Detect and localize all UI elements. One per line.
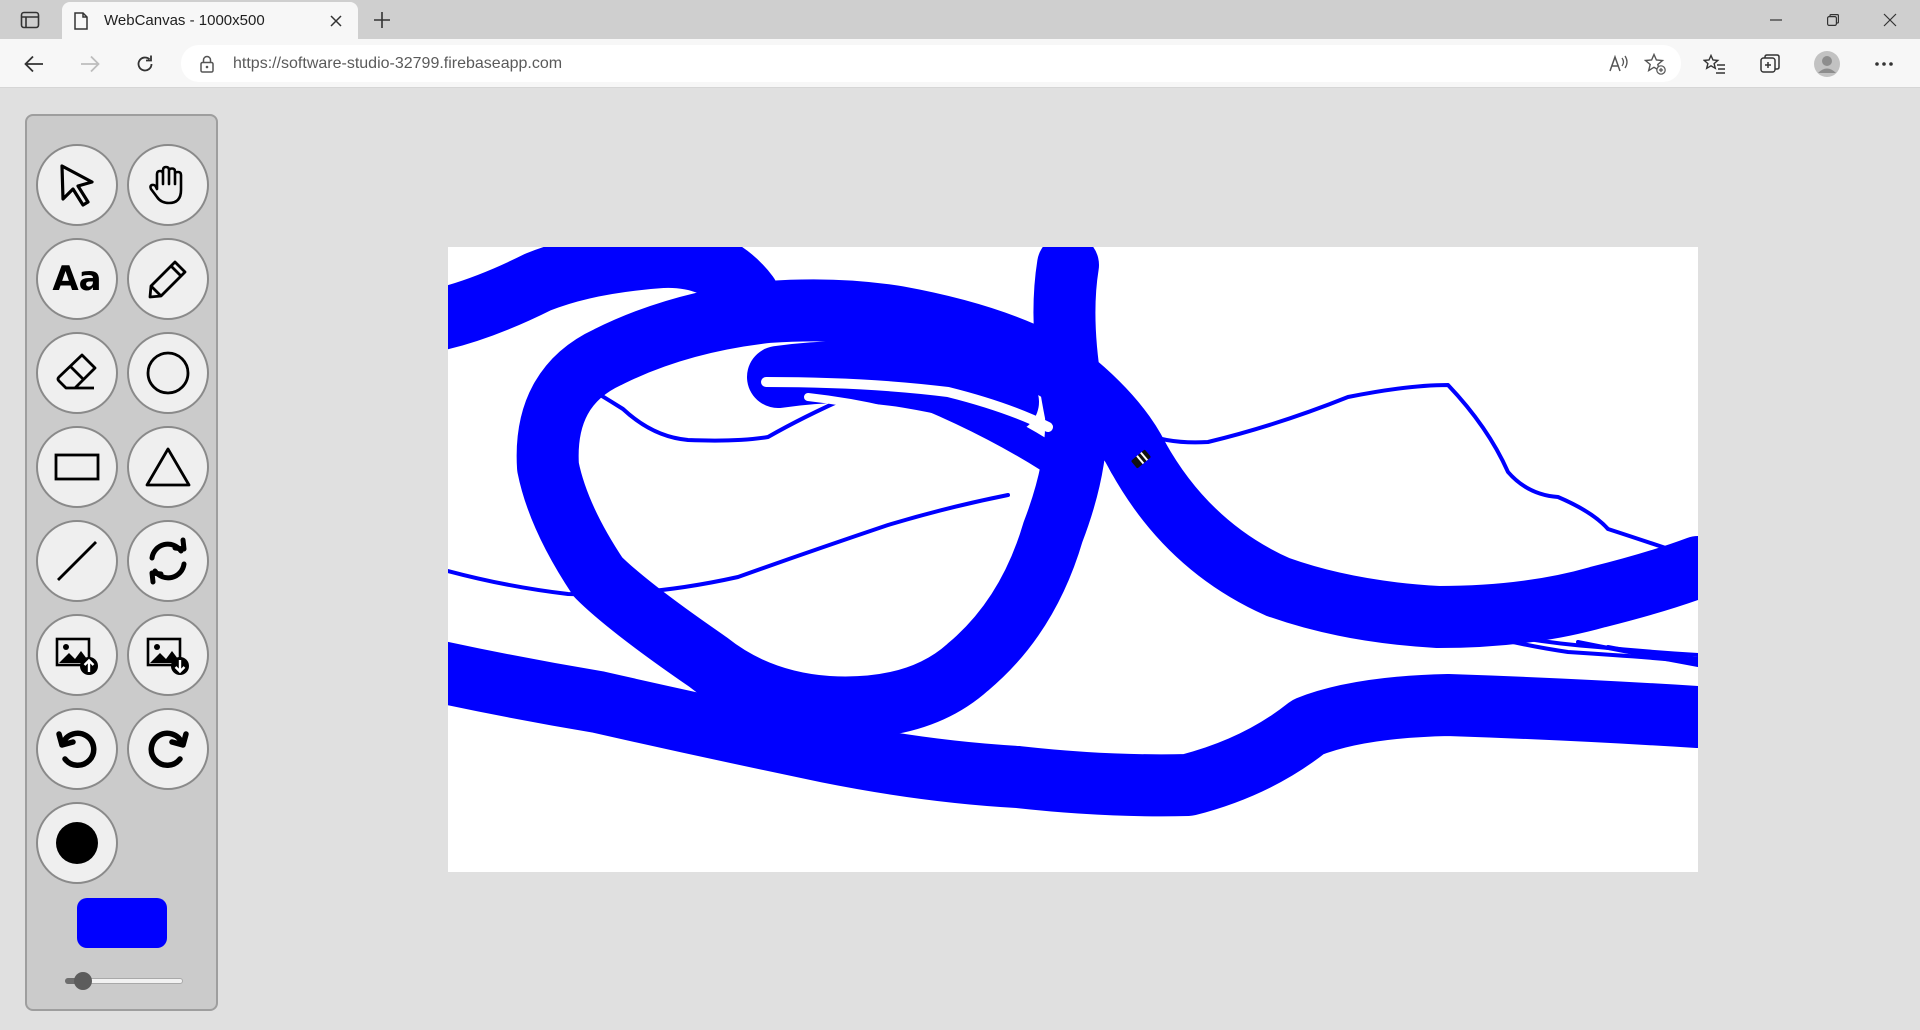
favorites-button[interactable] — [1697, 48, 1733, 80]
canvas-strokes — [448, 247, 1698, 817]
line-tool-button[interactable] — [36, 520, 118, 602]
eraser-icon — [56, 353, 97, 390]
new-tab-button[interactable] — [367, 5, 397, 35]
read-aloud-icon — [1609, 54, 1628, 71]
collections-icon — [1760, 54, 1780, 73]
circle-tool-button[interactable] — [127, 332, 209, 414]
tab-strip: WebCanvas - 1000x500 — [0, 0, 1920, 39]
back-button[interactable] — [18, 48, 50, 80]
pencil-tool-button[interactable] — [127, 238, 209, 320]
close-icon — [330, 14, 342, 27]
add-favorite-button[interactable] — [1637, 48, 1673, 80]
minimize-button[interactable] — [1748, 0, 1804, 39]
line-icon — [57, 541, 97, 581]
close-icon — [1883, 13, 1897, 26]
plus-icon — [374, 12, 390, 28]
favorites-list-icon — [1703, 54, 1725, 74]
thick-stroke — [448, 641, 1698, 817]
brush-size-thumb[interactable] — [73, 972, 92, 990]
collections-button[interactable] — [1752, 48, 1788, 80]
tab-actions-button[interactable] — [14, 9, 46, 31]
refresh-page-button[interactable] — [129, 48, 161, 80]
close-window-button[interactable] — [1862, 0, 1918, 39]
eraser-tool-button[interactable] — [36, 332, 118, 414]
color-picker[interactable] — [77, 898, 167, 948]
browser-toolbar: https://software-studio-32799.firebaseap… — [0, 39, 1920, 88]
star-add-icon — [1644, 52, 1666, 75]
brush-shape-button[interactable] — [36, 802, 118, 884]
undo-button[interactable] — [36, 708, 118, 790]
rectangle-icon — [54, 453, 100, 481]
undo-icon — [56, 730, 97, 768]
arrow-left-icon — [24, 55, 43, 73]
more-dots-icon — [1875, 62, 1893, 66]
forward-button[interactable] — [74, 48, 106, 80]
text-tool-button[interactable]: Aa — [36, 238, 118, 320]
restore-icon — [1827, 13, 1839, 26]
thick-stroke — [1107, 426, 1698, 648]
restore-button[interactable] — [1805, 0, 1861, 39]
rectangle-tool-button[interactable] — [36, 426, 118, 508]
read-aloud-button[interactable] — [1601, 48, 1637, 80]
drawing-canvas[interactable] — [448, 247, 1698, 872]
upload-image-button[interactable] — [36, 614, 118, 696]
tab-close-button[interactable] — [322, 7, 350, 35]
reload-icon — [137, 55, 153, 72]
lock-icon — [197, 55, 217, 73]
address-bar[interactable]: https://software-studio-32799.firebaseap… — [181, 45, 1681, 82]
page-icon — [74, 11, 92, 31]
settings-menu-button[interactable] — [1866, 48, 1902, 80]
profile-button[interactable] — [1809, 48, 1845, 80]
pan-tool-button[interactable] — [127, 144, 209, 226]
filled-circle-icon — [56, 822, 98, 864]
triangle-icon — [145, 447, 191, 487]
avatar-icon — [1814, 51, 1840, 77]
image-download-icon — [146, 637, 189, 675]
reset-canvas-button[interactable] — [127, 520, 209, 602]
pencil-icon — [148, 260, 187, 299]
tab-actions-icon — [20, 11, 40, 29]
active-tab[interactable]: WebCanvas - 1000x500 — [62, 2, 358, 39]
thick-stroke — [516, 247, 1169, 739]
tool-palette: Aa — [25, 114, 218, 1011]
url-text[interactable]: https://software-studio-32799.firebaseap… — [233, 55, 1601, 73]
arrow-right-icon — [81, 55, 100, 73]
text-tool-label: Aa — [52, 259, 102, 299]
redo-button[interactable] — [127, 708, 209, 790]
redo-icon — [148, 730, 189, 768]
hand-icon — [149, 165, 183, 205]
download-image-button[interactable] — [127, 614, 209, 696]
circle-icon — [146, 351, 190, 395]
refresh-icon — [149, 537, 187, 585]
select-tool-button[interactable] — [36, 144, 118, 226]
triangle-tool-button[interactable] — [127, 426, 209, 508]
image-upload-icon — [55, 637, 98, 675]
minimize-icon — [1770, 18, 1782, 21]
cursor-arrow-icon — [60, 164, 94, 207]
tab-title: WebCanvas - 1000x500 — [104, 12, 265, 29]
